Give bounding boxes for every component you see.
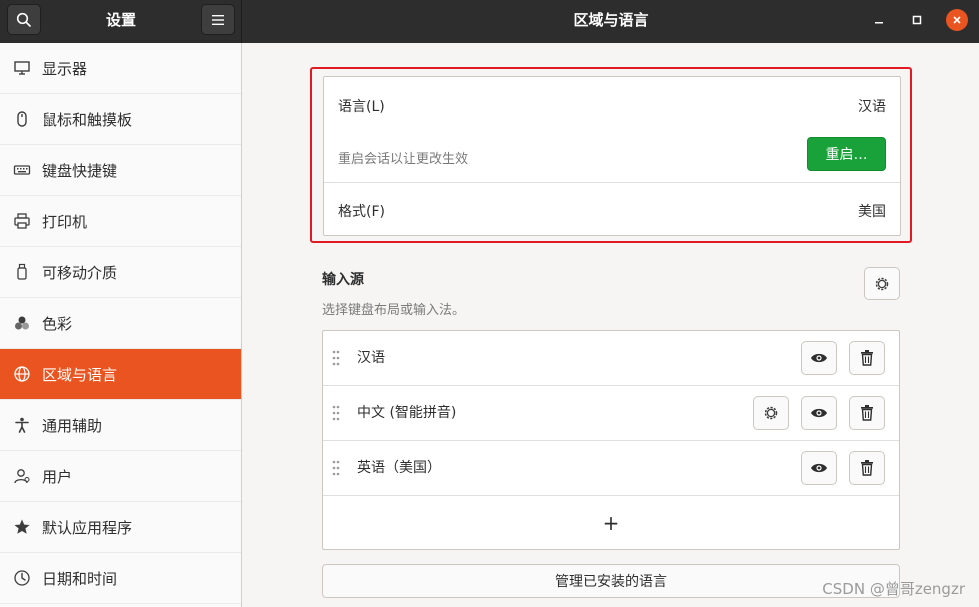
search-button[interactable]: [7, 4, 41, 35]
list-item[interactable]: 英语（美国）: [323, 441, 899, 496]
input-source-label: 汉语: [357, 350, 385, 366]
usb-drive-icon: [13, 263, 31, 281]
sidebar-item-keyboard[interactable]: 键盘快捷键: [0, 145, 241, 196]
input-source-label: 中文 (智能拼音): [357, 405, 457, 421]
hamburger-menu-icon: [212, 14, 224, 25]
language-label: 语言(L): [338, 99, 385, 115]
drag-handle-icon[interactable]: [332, 460, 340, 476]
drag-handle-icon[interactable]: [332, 350, 340, 366]
sidebar-item-color[interactable]: 色彩: [0, 298, 241, 349]
sidebar-item-removable-media[interactable]: 可移动介质: [0, 247, 241, 298]
sidebar-header: 设置: [0, 0, 242, 43]
trash-icon: [861, 460, 873, 476]
restart-button[interactable]: 重启…: [807, 137, 886, 171]
sidebar-item-mouse[interactable]: 鼠标和触摸板: [0, 94, 241, 145]
sidebar-item-date-time[interactable]: 日期和时间: [0, 553, 241, 604]
sidebar-item-label: 可移动介质: [42, 263, 118, 282]
sidebar: 显示器 鼠标和触摸板 键盘快捷键 打印机 可移动介质 色彩 区域与语言 通用辅助…: [0, 43, 242, 607]
gear-icon: [764, 406, 778, 420]
search-icon: [16, 12, 31, 27]
color-circles-icon: [13, 314, 31, 332]
user-icon: [13, 467, 31, 485]
main-panel: 语言(L) 汉语 重启会话以让更改生效 重启… 格式(F) 美国 输入源 选择键…: [243, 43, 979, 607]
sidebar-item-label: 色彩: [42, 314, 73, 333]
accessibility-icon: [13, 416, 31, 434]
eye-icon: [811, 353, 827, 363]
restart-hint: 重启会话以让更改生效: [338, 152, 469, 167]
close-button[interactable]: [946, 9, 968, 31]
input-sources-list: 汉语 中文 (智能拼音) 英语（美国） +: [322, 330, 900, 550]
sidebar-item-label: 显示器: [42, 59, 88, 78]
sidebar-item-label: 用户: [42, 467, 73, 486]
clock-icon: [13, 569, 31, 587]
sidebar-item-users[interactable]: 用户: [0, 451, 241, 502]
printer-icon: [13, 212, 31, 230]
divider: [324, 182, 900, 183]
sidebar-item-region-language[interactable]: 区域与语言: [0, 349, 241, 400]
minimize-icon: [875, 22, 883, 24]
input-sources-options-button[interactable]: [864, 267, 900, 300]
input-source-settings-button[interactable]: [753, 396, 789, 430]
input-sources-title: 输入源: [322, 272, 364, 288]
manage-installed-languages-button[interactable]: 管理已安装的语言: [322, 564, 900, 598]
keyboard-icon: [13, 161, 31, 179]
watermark: CSDN @曾哥zengzr: [822, 580, 965, 598]
preview-button[interactable]: [801, 451, 837, 485]
trash-icon: [861, 405, 873, 421]
maximize-icon: [912, 15, 922, 25]
remove-button[interactable]: [849, 451, 885, 485]
sidebar-item-label: 日期和时间: [42, 569, 118, 588]
list-item[interactable]: 中文 (智能拼音): [323, 386, 899, 441]
sidebar-item-printers[interactable]: 打印机: [0, 196, 241, 247]
sidebar-item-label: 打印机: [42, 212, 88, 231]
minimize-button[interactable]: [868, 9, 890, 31]
input-sources-subtitle: 选择键盘布局或输入法。: [322, 303, 466, 318]
menu-button[interactable]: [201, 4, 235, 35]
maximize-button[interactable]: [906, 9, 928, 31]
preview-button[interactable]: [801, 396, 837, 430]
list-item[interactable]: 汉语: [323, 331, 899, 386]
mouse-icon: [13, 110, 31, 128]
header-bar: 设置 区域与语言: [0, 0, 979, 43]
globe-icon: [13, 365, 31, 383]
trash-icon: [861, 350, 873, 366]
remove-button[interactable]: [849, 396, 885, 430]
star-icon: [13, 518, 31, 536]
sidebar-item-label: 鼠标和触摸板: [42, 110, 133, 129]
sidebar-item-label: 键盘快捷键: [42, 161, 118, 180]
drag-handle-icon[interactable]: [332, 405, 340, 421]
add-input-source-button[interactable]: +: [323, 496, 899, 550]
sidebar-item-label: 通用辅助: [42, 416, 103, 435]
display-icon: [13, 59, 31, 77]
input-source-label: 英语（美国）: [357, 460, 441, 476]
preview-button[interactable]: [801, 341, 837, 375]
eye-icon: [811, 408, 827, 418]
gear-icon: [875, 277, 889, 290]
sidebar-item-label: 区域与语言: [42, 365, 118, 384]
sidebar-item-display[interactable]: 显示器: [0, 43, 241, 94]
sidebar-item-default-apps[interactable]: 默认应用程序: [0, 502, 241, 553]
remove-button[interactable]: [849, 341, 885, 375]
format-label: 格式(F): [338, 204, 385, 220]
language-value[interactable]: 汉语: [858, 96, 886, 116]
eye-icon: [811, 463, 827, 473]
sidebar-item-label: 默认应用程序: [42, 518, 133, 537]
close-icon: [953, 16, 961, 24]
sidebar-item-accessibility[interactable]: 通用辅助: [0, 400, 241, 451]
format-value[interactable]: 美国: [858, 201, 886, 221]
language-card: 语言(L) 汉语 重启会话以让更改生效 重启… 格式(F) 美国: [323, 76, 901, 236]
